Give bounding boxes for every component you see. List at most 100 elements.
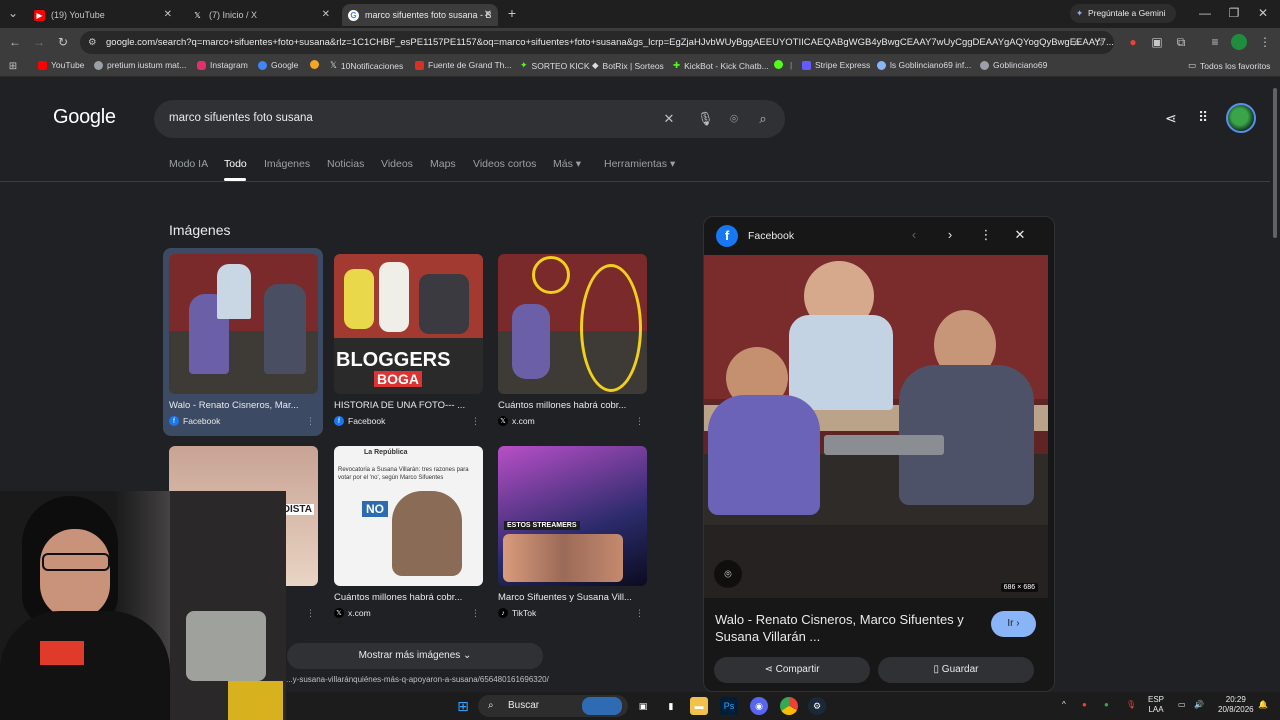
file-explorer-icon[interactable]: ▬ [690,697,708,715]
gemini-button[interactable]: ✦ Pregúntale a Gemini [1070,4,1176,23]
tab-google-search[interactable]: G marco sifuentes foto susana - B ✕ [342,4,498,26]
result-thumbnail[interactable] [169,254,318,394]
volume-icon[interactable]: 🔊 [1194,700,1204,710]
bookmark-instagram[interactable]: Instagram [197,60,248,70]
result-source[interactable]: ♪ TikTok [498,608,536,618]
tab-maps[interactable]: Maps [430,158,456,170]
page-scrollbar[interactable] [1270,78,1280,692]
task-view-icon[interactable]: ▣ [634,697,652,715]
share-icon[interactable]: ⋖ [1165,110,1177,127]
close-tab-icon[interactable]: ✕ [484,9,492,20]
image-result-1[interactable]: Walo - Renato Cisneros, Mar... f Facebook… [163,248,323,436]
clear-icon[interactable]: ✕ [661,111,677,127]
voice-search-icon[interactable]: 🎙 [697,111,714,127]
search-icon[interactable]: ⌕ [755,111,771,127]
tab-youtube[interactable]: ▶ (19) YouTube ✕ [28,4,178,26]
result-caption[interactable]: Marco Sifuentes y Susana Vill... [498,592,646,603]
bookmark-pretium[interactable]: pretium iustum mat... [94,60,186,70]
google-logo[interactable]: Google [53,106,116,129]
tab-search-icon[interactable]: ⌄ [4,4,22,22]
network-icon[interactable]: ▭ [1178,700,1186,710]
bookmark-stripe[interactable]: Stripe Express [802,60,870,70]
chrome-menu-icon[interactable]: ⋮ [1256,33,1274,51]
result-source[interactable]: 𝕏x.com [334,608,371,618]
new-tab-icon[interactable]: + [503,4,521,22]
bookmark-sorteo-kick[interactable]: ✦ SORTEO KICK [520,60,590,71]
tab-videos[interactable]: Videos [381,158,413,170]
result-caption[interactable]: HISTORIA DE UNA FOTO--- ... [334,400,482,411]
extensions-puzzle-icon[interactable]: ⧉ [1172,33,1190,51]
tray-app-icon[interactable]: ● [1104,700,1109,710]
bookmark-botrix[interactable]: ◆ BotRix | Sorteos [592,60,664,71]
site-info-icon[interactable]: ⚙ [88,31,97,54]
bookmark-youtube[interactable]: YouTube [38,60,84,70]
bookmark-unnamed[interactable] [310,60,323,69]
steam-icon[interactable]: ⚙ [808,697,826,715]
minimize-icon[interactable]: — [1196,4,1214,22]
lens-icon[interactable]: ⌾ [726,111,742,127]
discord-icon[interactable]: ◉ [750,697,768,715]
bookmark-kick-green[interactable] [774,60,787,69]
bookmark-goblinciano[interactable]: Goblinciano69 [980,60,1047,70]
widget-icon[interactable] [582,697,622,715]
tab-all[interactable]: Todo [224,158,247,170]
result-thumbnail[interactable] [498,254,647,394]
more-options-icon[interactable]: ⋮ [306,416,315,427]
media-icon[interactable]: ≡ [1206,33,1224,51]
preview-source-name[interactable]: Facebook [748,230,794,242]
photoshop-icon[interactable]: Ps [720,697,738,715]
address-bar[interactable]: ⚙ google.com/search?q=marco+sifuentes+fo… [80,31,1114,54]
image-result-5[interactable]: La República Revocatoria a Susana Villar… [328,440,488,628]
tab-images[interactable]: Imágenes [264,158,310,170]
result-thumbnail[interactable]: BLOGGERS BOGA [334,254,483,394]
bookmark-star-icon[interactable]: ☆ [1090,33,1108,51]
lens-icon[interactable]: ⌾ [714,560,742,588]
result-source[interactable]: 𝕏x.com [498,416,535,426]
close-icon[interactable]: ✕ [1012,227,1028,243]
google-apps-icon[interactable]: ⠿ [1198,109,1208,126]
close-tab-icon[interactable]: ✕ [322,9,330,20]
all-bookmarks[interactable]: ▭ Todos los favoritos [1188,60,1270,71]
tab-news[interactable]: Noticias [327,158,364,170]
notifications-icon[interactable]: 🔔 [1258,700,1268,710]
app-icon[interactable]: ▮ [662,697,680,715]
extension-icon-2[interactable]: ▣ [1148,33,1166,51]
forward-icon[interactable]: → [30,33,48,51]
tray-app-icon[interactable]: ● [1082,700,1087,710]
save-button[interactable]: ▯ Guardar [878,657,1034,683]
tray-chevron-icon[interactable]: ^ [1062,700,1066,710]
share-button[interactable]: ⋖ Compartir [714,657,870,683]
more-options-icon[interactable]: ⋮ [471,416,480,427]
close-tab-icon[interactable]: ✕ [164,9,172,20]
more-options-icon[interactable]: ⋮ [635,416,644,427]
image-result-2[interactable]: BLOGGERS BOGA HISTORIA DE UNA FOTO--- ..… [328,248,488,436]
reload-icon[interactable]: ↻ [54,33,72,51]
bookmark-goblinciano-info[interactable]: ls Goblinciano69 inf... [877,60,971,70]
preview-image[interactable]: ⌾ 686 × 686 [704,255,1048,598]
bookmark-google[interactable]: Google [258,60,298,70]
clock[interactable]: 20:29 20/8/2026 [1218,695,1254,715]
bookmark-kickbot[interactable]: ✚ KickBot - Kick Chatb... [673,60,769,71]
tab-short-videos[interactable]: Videos cortos [473,158,536,170]
visit-button[interactable]: Ir › [991,611,1036,637]
bookmark-gta-font[interactable]: Fuente de Grand Th... [415,60,511,70]
zoom-icon[interactable]: ⌕ [1068,33,1086,51]
back-icon[interactable]: ← [6,33,24,51]
next-icon[interactable]: › [942,227,958,242]
more-options-icon[interactable]: ⋮ [978,227,994,243]
tab-x[interactable]: 𝕏 (7) Inicio / X ✕ [186,4,336,26]
maximize-icon[interactable]: ❐ [1225,4,1243,22]
result-thumbnail[interactable]: ESTOS STREAMERS [498,446,647,586]
previous-icon[interactable]: ‹ [906,227,922,242]
more-options-icon[interactable]: ⋮ [471,608,480,619]
result-source[interactable]: f Facebook [334,416,385,426]
profile-avatar[interactable] [1231,34,1247,50]
windows-start-icon[interactable]: ⊞ [454,697,472,715]
close-window-icon[interactable]: ✕ [1254,4,1272,22]
preview-title[interactable]: Walo - Renato Cisneros, Marco Sifuentes … [715,611,985,645]
search-input[interactable]: marco sifuentes foto susana [169,112,313,124]
image-result-3[interactable]: Cuántos millones habrá cobr... 𝕏x.com ⋮ [492,248,652,436]
show-more-images-button[interactable]: Mostrar más imágenes ⌄ [287,643,543,669]
image-result-6[interactable]: ESTOS STREAMERS Marco Sifuentes y Susana… [492,440,652,628]
tab-ai-mode[interactable]: Modo IA [169,158,208,170]
